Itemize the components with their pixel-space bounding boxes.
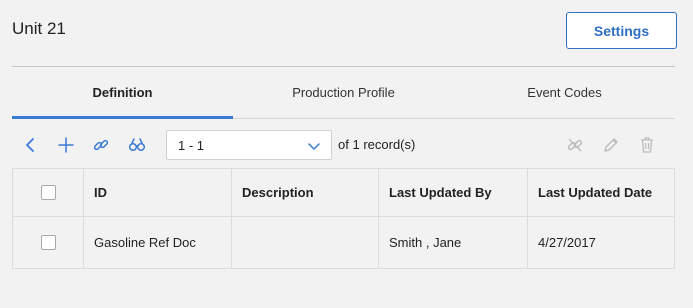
column-header-description[interactable]: Description (232, 169, 379, 216)
add-icon[interactable] (55, 134, 77, 156)
cell-last-updated-by: Smith , Jane (379, 217, 528, 268)
cell-last-updated-date: 4/27/2017 (538, 235, 596, 250)
records-table: ID Description Last Updated By Last Upda… (12, 168, 675, 269)
record-select[interactable]: 1 - 1 (166, 130, 332, 160)
column-header-last-updated-by[interactable]: Last Updated By (379, 169, 528, 216)
tab-event-codes[interactable]: Event Codes (454, 67, 675, 119)
chevron-down-icon (308, 143, 320, 150)
back-icon[interactable] (20, 134, 42, 156)
column-header-last-updated-date[interactable]: Last Updated Date (528, 169, 674, 216)
column-header-id[interactable]: ID (84, 169, 232, 216)
row-checkbox[interactable] (40, 235, 56, 250)
settings-button[interactable]: Settings (566, 12, 677, 49)
record-count-text: of 1 record(s) (338, 137, 416, 152)
select-all-checkbox[interactable] (40, 185, 56, 200)
edit-icon[interactable] (600, 134, 622, 156)
page-title: Unit 21 (12, 19, 66, 38)
tab-definition[interactable]: Definition (12, 67, 233, 119)
tab-production-profile[interactable]: Production Profile (233, 67, 454, 119)
binoculars-icon[interactable] (126, 134, 148, 156)
unlink-icon[interactable] (564, 134, 586, 156)
row-checkbox-cell (13, 217, 84, 268)
toolbar: 1 - 1 of 1 record(s) (12, 128, 675, 162)
cell-id[interactable]: Gasoline Ref Doc (84, 217, 232, 268)
delete-icon[interactable] (636, 134, 658, 156)
header-checkbox-cell (13, 169, 84, 216)
table-header-row: ID Description Last Updated By Last Upda… (13, 169, 674, 217)
cell-description (232, 217, 379, 268)
link-icon[interactable] (90, 134, 112, 156)
record-select-value: 1 - 1 (178, 137, 205, 153)
tab-bar: Definition Production Profile Event Code… (12, 67, 675, 119)
table-row[interactable]: Gasoline Ref Doc Smith , Jane 4/27/2017 (13, 217, 674, 268)
